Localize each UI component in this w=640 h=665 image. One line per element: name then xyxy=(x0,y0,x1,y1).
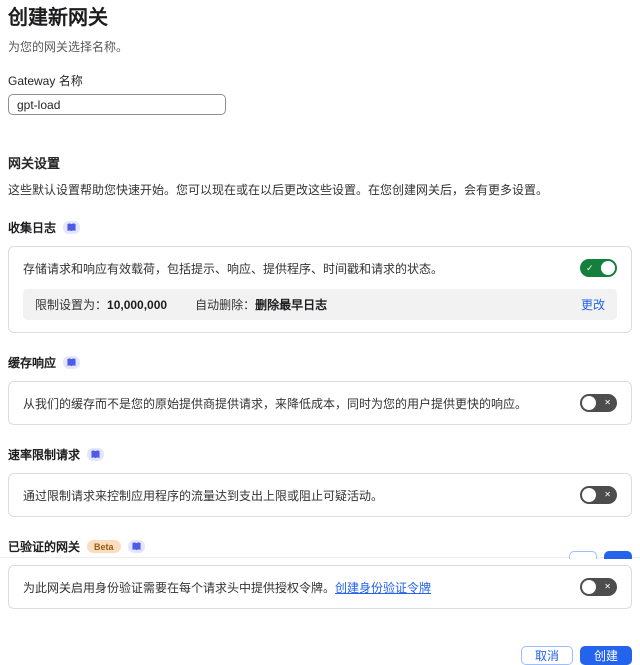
section-card-authenticated-gateway: 为此网关启用身份验证需要在每个请求头中提供授权令牌。创建身份验证令牌 ✕ xyxy=(8,565,632,609)
gateway-name-label: Gateway 名称 xyxy=(8,74,83,88)
section-description: 存储请求和响应有效载荷，包括提示、响应、提供程序、时间戳和请求的状态。 xyxy=(23,261,444,276)
section-title: 已验证的网关 xyxy=(8,540,81,554)
cross-icon: ✕ xyxy=(604,490,611,499)
page-title: 创建新网关 xyxy=(8,7,108,29)
auto-delete-setting: 自动删除：删除最早日志 xyxy=(195,298,328,312)
cutoff-footer-actions xyxy=(569,551,632,559)
section-title: 缓存响应 xyxy=(8,356,57,370)
cache-responses-toggle[interactable]: ✕ xyxy=(580,394,617,412)
toggle-knob xyxy=(601,261,615,275)
cancel-button-cutoff[interactable] xyxy=(569,551,597,559)
limit-setting: 限制设置为：10,000,000 xyxy=(35,298,168,312)
section-card-collect-logs: 存储请求和响应有效载荷，包括提示、响应、提供程序、时间戳和请求的状态。 ✓ 限制… xyxy=(8,246,632,333)
footer-actions: 取消 创建 xyxy=(8,646,632,665)
toggle-knob xyxy=(582,488,596,502)
section-description: 从我们的缓存而不是您的原始提供商提供请求，来降低成本，同时为您的用户提供更快的响… xyxy=(23,396,528,411)
cross-icon: ✕ xyxy=(604,582,611,591)
section-card-cache-responses: 从我们的缓存而不是您的原始提供商提供请求，来降低成本，同时为您的用户提供更快的响… xyxy=(8,381,632,425)
log-limits-row: 限制设置为：10,000,000 自动删除：删除最早日志 更改 xyxy=(23,289,617,320)
section-description: 为此网关启用身份验证需要在每个请求头中提供授权令牌。创建身份验证令牌 xyxy=(23,580,432,595)
settings-description: 这些默认设置帮助您快速开始。您可以现在或在以后更改这些设置。在您创建网关后，会有… xyxy=(8,183,549,197)
authenticated-gateway-toggle[interactable]: ✕ xyxy=(580,578,617,596)
toggle-knob xyxy=(582,580,596,594)
docs-icon[interactable] xyxy=(127,540,145,553)
section-title: 速率限制请求 xyxy=(8,448,81,462)
section-title: 收集日志 xyxy=(8,221,57,235)
check-icon: ✓ xyxy=(586,263,594,273)
section-header-rate-limit: 速率限制请求 xyxy=(8,446,632,463)
cancel-button[interactable]: 取消 xyxy=(520,646,573,665)
section-header-collect-logs: 收集日志 xyxy=(8,219,632,236)
docs-icon[interactable] xyxy=(63,221,81,234)
section-header-cache-responses: 缓存响应 xyxy=(8,354,632,371)
bottom-divider xyxy=(0,557,640,558)
rate-limit-toggle[interactable]: ✕ xyxy=(580,486,617,504)
docs-icon[interactable] xyxy=(87,448,105,461)
beta-badge: Beta xyxy=(87,540,121,553)
gateway-name-input[interactable] xyxy=(8,94,226,115)
cross-icon: ✕ xyxy=(604,398,611,407)
page-subtitle: 为您的网关选择名称。 xyxy=(8,40,129,54)
create-auth-token-link[interactable]: 创建身份验证令牌 xyxy=(335,581,431,595)
section-card-rate-limit: 通过限制请求来控制应用程序的流量达到支出上限或阻止可疑活动。 ✕ xyxy=(8,473,632,517)
docs-icon[interactable] xyxy=(63,356,81,369)
toggle-knob xyxy=(582,396,596,410)
section-header-authenticated-gateway: 已验证的网关 Beta xyxy=(8,538,632,555)
change-link[interactable]: 更改 xyxy=(581,296,605,313)
create-button[interactable]: 创建 xyxy=(579,646,632,665)
create-gateway-form: 创建新网关 为您的网关选择名称。 Gateway 名称 网关设置 这些默认设置帮… xyxy=(0,6,640,665)
create-button-cutoff[interactable] xyxy=(604,551,632,559)
collect-logs-toggle[interactable]: ✓ xyxy=(580,259,617,277)
section-description: 通过限制请求来控制应用程序的流量达到支出上限或阻止可疑活动。 xyxy=(23,488,384,503)
settings-title: 网关设置 xyxy=(8,156,61,171)
